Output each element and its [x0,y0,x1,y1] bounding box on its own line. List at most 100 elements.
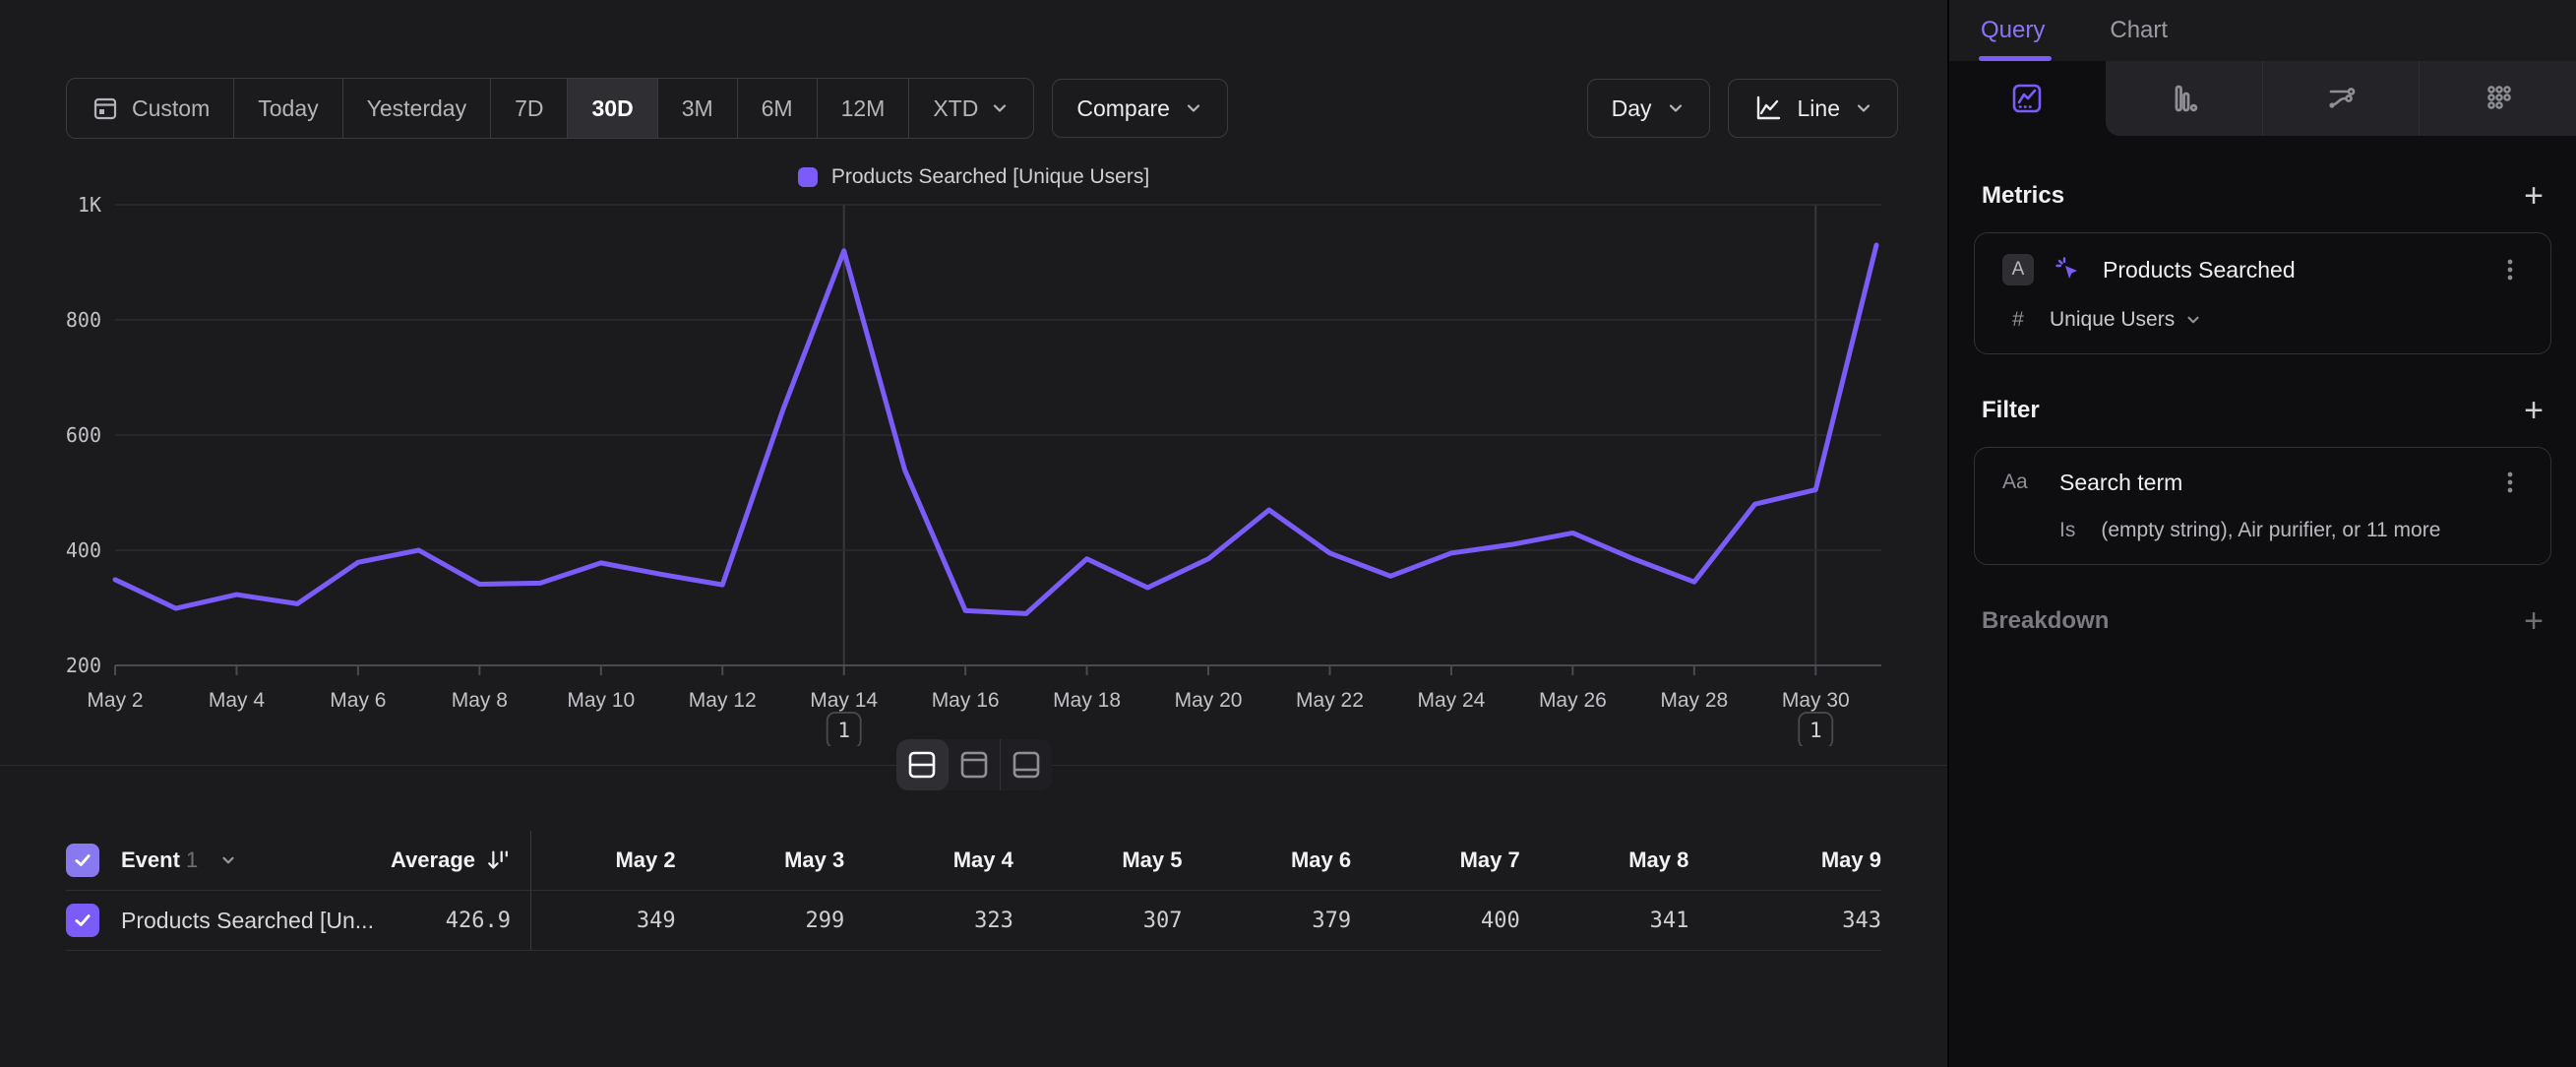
average-header[interactable]: Average [391,847,530,874]
event-header-label[interactable]: Event 1 [121,847,198,873]
layout-chart-icon [957,749,991,781]
x-axis-tick-label: May 14 [810,689,878,712]
add-filter-button[interactable]: + [2524,394,2544,427]
add-metric-button[interactable]: + [2524,179,2544,213]
x-axis-tick-label: May 30 [1782,689,1850,712]
tab-query[interactable]: Query [1981,17,2045,44]
range-button-6m[interactable]: 6M [738,79,818,138]
filter-heading: Filter [1982,397,2040,424]
table-header-event: Event 1 [66,844,391,877]
x-axis-tick-label: May 10 [567,689,635,712]
table-cell: 379 [1206,909,1376,933]
range-button-label: 3M [682,95,713,122]
annotation-badge[interactable]: 1 [828,713,861,746]
average-value: 426.9 [446,909,511,933]
range-button-12m[interactable]: 12M [818,79,910,138]
x-axis-tick-label: May 28 [1660,689,1728,712]
layout-toggle [896,739,1052,790]
layout-chart-button[interactable] [949,739,1001,790]
range-button-today[interactable]: Today [234,79,342,138]
view-type-tabs [1949,61,2576,136]
measure-label: Unique Users [2050,308,2175,332]
metrics-heading: Metrics [1982,182,2064,210]
range-button-30d[interactable]: 30D [568,79,657,138]
event-click-icon [2052,253,2085,286]
metrics-section-header: Metrics + [1974,136,2551,213]
table-cell: 299 [700,909,869,933]
range-button-label: Custom [132,95,210,122]
table-row: Products Searched [Un... 426.9 349299323… [66,891,1881,951]
filter-condition[interactable]: Is (empty string), Air purifier, or 11 m… [2059,519,2523,542]
layout-split-button[interactable] [896,739,949,790]
row-name[interactable]: Products Searched [Un... [121,908,374,934]
date-values: 349299323307379400341343 [530,909,1881,933]
filter-section-header: Filter + [1974,354,2551,427]
range-button-xtd[interactable]: XTD [909,79,1033,138]
bar-chart-icon [2164,79,2203,118]
chevron-down-icon[interactable] [219,851,237,869]
layout-table-icon [1010,749,1043,781]
data-series-line[interactable] [115,245,1876,613]
app: Custom Today Yesterday 7D 30D 3M 6M12MXTD Comp… [0,0,2576,1067]
view-tab-insights[interactable] [1949,61,2106,136]
range-button-yesterday[interactable]: Yesterday [343,79,491,138]
line-chart-svg: 1K800600400200May 2May 4May 6May 8May 10… [66,195,1881,746]
y-axis-tick-label: 600 [66,423,101,447]
add-breakdown-button[interactable]: + [2524,604,2544,638]
x-axis-tick-label: May 20 [1175,689,1243,712]
table-col-header: May 9 [1712,847,1881,873]
metric-card-row2: # Unique Users [2002,308,2523,332]
metric-letter-badge: A [2002,254,2034,285]
line-chart: 1K800600400200May 2May 4May 6May 8May 10… [0,195,1947,746]
granularity-button[interactable]: Day [1587,79,1710,138]
view-tab-flows[interactable] [2263,61,2421,136]
range-button-7d[interactable]: 7D [491,79,568,138]
filter-value: (empty string), Air purifier, or 11 more [2101,519,2440,542]
chart-type-button[interactable]: Line [1728,79,1898,138]
range-button-label: 7D [515,95,543,122]
x-axis-tick-label: May 18 [1053,689,1121,712]
string-property-icon: Aa [2002,471,2042,494]
chevron-down-icon [1854,98,1873,118]
query-panel-body: Metrics + A Products Searched # Unique [1949,136,2576,1067]
line-chart-icon [1752,93,1784,124]
range-button-label: Yesterday [367,95,466,122]
annotation-badge[interactable]: 1 [1799,713,1832,746]
check-icon [73,850,92,870]
toolbar: Custom Today Yesterday 7D 30D 3M 6M12MXTD Comp… [0,79,1947,138]
svg-text:1: 1 [837,719,850,742]
compare-button[interactable]: Compare [1052,79,1228,138]
filter-card[interactable]: Aa Search term Is (empty string), Air pu… [1974,447,2551,565]
view-tab-more-grid[interactable] [2420,61,2576,136]
table-cell: 343 [1712,909,1881,933]
filter-property-name[interactable]: Search term [2059,470,2480,496]
row-checkbox[interactable] [66,904,99,937]
table-cell: 400 [1375,909,1544,933]
table-cell: 349 [530,909,700,933]
y-axis-tick-label: 400 [66,538,101,562]
table-col-header: May 2 [530,847,700,873]
tab-chart[interactable]: Chart [2110,17,2168,44]
kebab-menu-icon[interactable] [2497,468,2523,497]
average-header-label: Average [391,847,475,873]
table-col-header: May 6 [1206,847,1376,873]
metric-name[interactable]: Products Searched [2103,257,2480,283]
range-button-custom[interactable]: Custom [67,79,234,138]
svg-text:1: 1 [1809,719,1822,742]
view-tab-bar-chart[interactable] [2106,61,2263,136]
side-panel-tabs: Query Chart [1949,0,2576,61]
measure-selector[interactable]: Unique Users [2050,308,2202,332]
flows-icon [2321,79,2361,118]
metric-card[interactable]: A Products Searched # Unique Users [1974,232,2551,354]
filter-operator: Is [2059,519,2075,542]
layout-table-button[interactable] [1001,739,1052,790]
metric-card-row1: A Products Searched [2002,253,2523,286]
granularity-label: Day [1612,95,1652,122]
chart-legend[interactable]: Products Searched [Unique Users] [0,159,1947,195]
range-button-3m[interactable]: 3M [658,79,738,138]
legend-swatch [798,167,818,187]
kebab-menu-icon[interactable] [2497,255,2523,284]
table-divider [530,831,531,951]
sort-descending-icon [485,847,511,874]
select-all-checkbox[interactable] [66,844,99,877]
